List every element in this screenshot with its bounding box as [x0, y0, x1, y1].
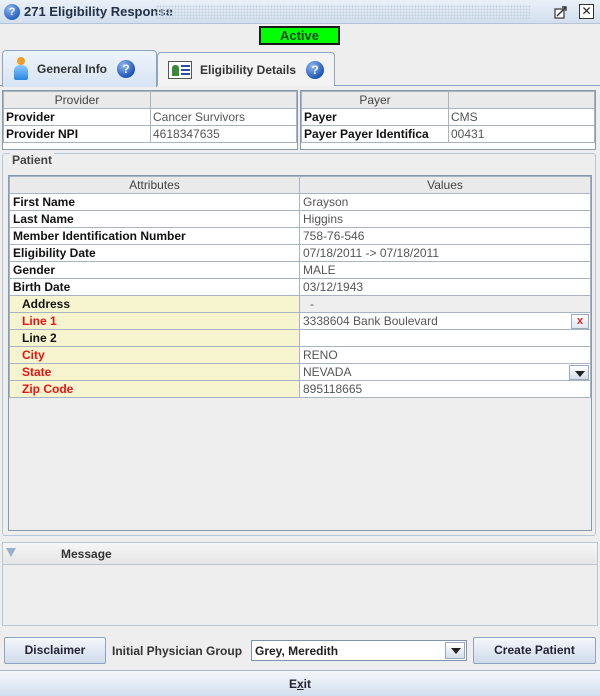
title-bar-grip — [156, 5, 530, 19]
state-label: State — [9, 363, 300, 381]
create-patient-button[interactable]: Create Patient — [473, 637, 596, 664]
column-header: Provider — [3, 91, 151, 109]
address-line2-label: Line 2 — [9, 329, 300, 347]
table-row[interactable]: City RENO — [9, 346, 591, 364]
zip-code-label: Zip Code — [9, 380, 300, 398]
tab-general-info[interactable]: General Info ? — [2, 50, 157, 87]
table-row[interactable]: Payer CMS — [301, 108, 595, 126]
first-name-label: First Name — [9, 193, 300, 211]
column-header: Payer — [301, 91, 449, 109]
first-name-value[interactable]: Grayson — [299, 193, 591, 211]
gender-label: Gender — [9, 261, 300, 279]
provider-npi-label: Provider NPI — [3, 125, 151, 143]
chevron-down-icon[interactable] — [445, 642, 465, 659]
eligibility-date-value[interactable]: 07/18/2011 -> 07/18/2011 — [299, 244, 591, 262]
physician-group-select[interactable]: Grey, Meredith — [251, 640, 467, 661]
table-row[interactable]: Line 2 — [9, 329, 591, 347]
member-id-label: Member Identification Number — [9, 227, 300, 245]
tab-eligibility-details[interactable]: Eligibility Details ? — [157, 52, 335, 86]
address-value: - — [299, 295, 591, 313]
last-name-value[interactable]: Higgins — [299, 210, 591, 228]
table-row[interactable]: Gender MALE — [9, 261, 591, 279]
eligibility-date-label: Eligibility Date — [9, 244, 300, 262]
title-bar: ? 271 Eligibility Response ✕ — [0, 0, 600, 24]
message-header[interactable]: Message — [3, 543, 597, 565]
table-row[interactable]: State NEVADA — [9, 363, 591, 381]
member-id-value[interactable]: 758-76-546 — [299, 227, 591, 245]
chevron-down-icon[interactable] — [569, 365, 589, 380]
table-row[interactable]: Eligibility Date 07/18/2011 -> 07/18/201… — [9, 244, 591, 262]
physician-group-label: Initial Physician Group — [112, 644, 243, 658]
column-header — [150, 91, 297, 109]
address-line1-label: Line 1 — [9, 312, 300, 330]
exit-label-end: it — [303, 677, 312, 691]
table-row[interactable]: Birth Date 03/12/1943 — [9, 278, 591, 296]
city-label: City — [9, 346, 300, 364]
state-select[interactable]: NEVADA — [299, 363, 591, 381]
provider-table: Provider Provider Cancer Survivors Provi… — [2, 90, 298, 150]
help-icon[interactable]: ? — [117, 60, 136, 78]
column-header-attributes[interactable]: Attributes — [9, 176, 300, 194]
tab-bar: General Info ? Eligibility Details ? — [0, 50, 600, 87]
address-line1-field[interactable]: 3338604 Bank Boulevard x — [299, 312, 591, 330]
table-row[interactable]: Last Name Higgins — [9, 210, 591, 228]
payer-label: Payer — [301, 108, 449, 126]
disclaimer-button[interactable]: Disclaimer — [4, 637, 106, 664]
help-icon[interactable]: ? — [306, 60, 325, 79]
table-row[interactable]: First Name Grayson — [9, 193, 591, 211]
zip-code-value[interactable]: 895118665 — [299, 380, 591, 398]
address-line2-value[interactable] — [299, 329, 591, 347]
person-icon — [13, 57, 29, 81]
table-row[interactable]: Zip Code 895118665 — [9, 380, 591, 398]
clear-icon[interactable]: x — [571, 314, 589, 329]
gender-value[interactable]: MALE — [299, 261, 591, 279]
payer-value[interactable]: CMS — [448, 108, 595, 126]
state-value[interactable]: NEVADA — [303, 365, 351, 379]
table-row[interactable]: Provider Cancer Survivors — [3, 108, 297, 126]
address-line1-value[interactable]: 3338604 Bank Boulevard — [303, 314, 438, 328]
payer-table: Payer Payer CMS Payer Payer Identifica 0… — [300, 90, 596, 150]
provider-npi-value[interactable]: 4618347635 — [150, 125, 297, 143]
physician-group-value[interactable]: Grey, Meredith — [255, 644, 338, 658]
exit-label-start: E — [288, 677, 297, 691]
provider-label: Provider — [3, 108, 151, 126]
column-header — [448, 91, 595, 109]
birth-date-value[interactable]: 03/12/1943 — [299, 278, 591, 296]
window-title: 271 Eligibility Response — [24, 4, 173, 19]
status-badge: Active — [259, 26, 340, 45]
address-label: Address — [9, 295, 300, 313]
exit-button[interactable]: Exit — [0, 670, 600, 696]
table-row[interactable]: Line 1 3338604 Bank Boulevard x — [9, 312, 591, 330]
table-row[interactable]: Payer Payer Identifica 00431 — [301, 125, 595, 143]
message-panel: Message — [2, 542, 598, 626]
id-card-icon — [168, 60, 192, 79]
payer-identification-value[interactable]: 00431 — [448, 125, 595, 143]
provider-value[interactable]: Cancer Survivors — [150, 108, 297, 126]
patient-group: Patient Attributes Values First Name Gra… — [2, 153, 596, 536]
collapse-triangle-icon[interactable] — [6, 548, 16, 557]
tab-label: General Info — [37, 62, 108, 76]
birth-date-label: Birth Date — [9, 278, 300, 296]
table-row[interactable]: Member Identification Number 758-76-546 — [9, 227, 591, 245]
table-row[interactable]: Address - — [9, 295, 591, 313]
exit-mnemonic: x — [296, 677, 304, 691]
patient-legend: Patient — [10, 153, 55, 167]
message-label: Message — [61, 547, 112, 561]
city-value[interactable]: RENO — [299, 346, 591, 364]
close-icon[interactable]: ✕ — [579, 4, 594, 19]
tab-label: Eligibility Details — [200, 62, 297, 77]
table-row[interactable]: Provider NPI 4618347635 — [3, 125, 297, 143]
column-header-values[interactable]: Values — [299, 176, 591, 194]
payer-identification-label: Payer Payer Identifica — [301, 125, 449, 143]
maximize-icon[interactable] — [554, 5, 568, 19]
patient-table: Attributes Values First Name Grayson Las… — [8, 175, 592, 531]
help-icon: ? — [4, 4, 20, 20]
last-name-label: Last Name — [9, 210, 300, 228]
